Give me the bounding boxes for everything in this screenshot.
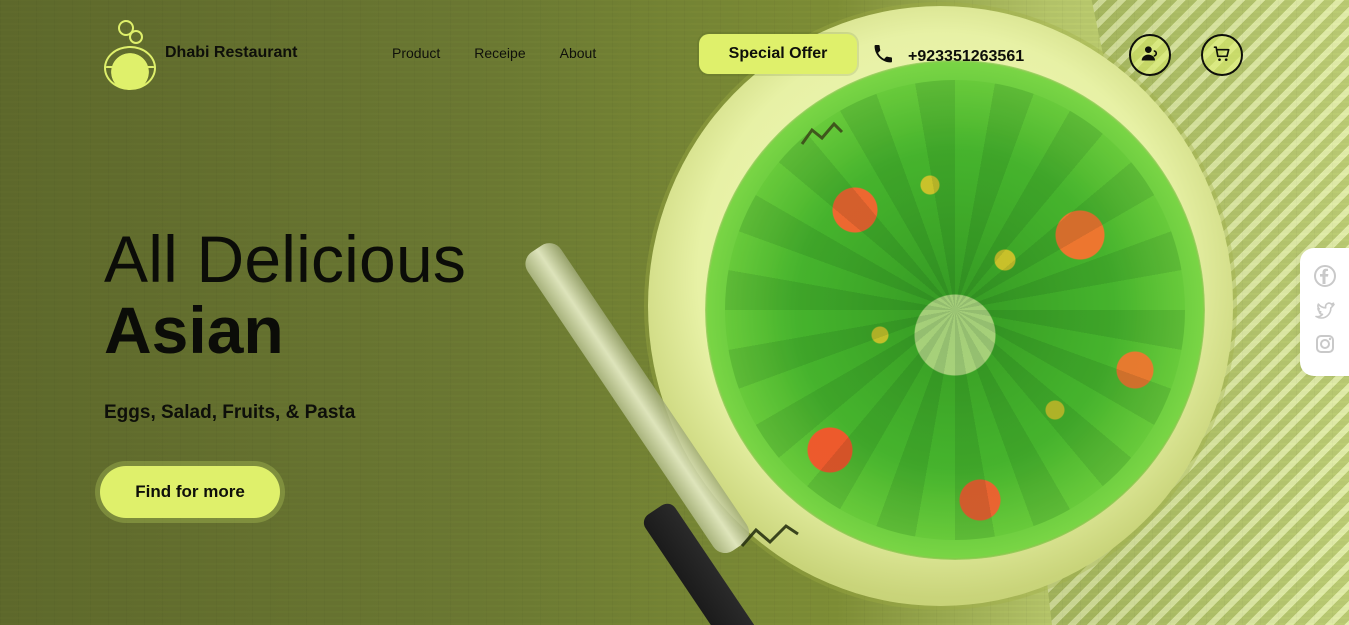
main-nav: Product Receipe About [392,45,596,61]
instagram-icon [1313,332,1337,361]
cart-button[interactable] [1201,34,1243,76]
brand-name[interactable]: Dhabi Restaurant [165,44,297,62]
find-more-button[interactable]: Find for more [100,466,280,518]
user-icon [1140,43,1160,68]
bowl-logo-icon [104,46,156,90]
nav-item-about[interactable]: About [560,45,597,61]
zigzag-decoration [740,524,799,547]
brand-logo[interactable] [104,18,164,90]
special-offer-button[interactable]: Special Offer [699,34,857,74]
phone-number[interactable]: +923351263561 [908,48,1024,66]
headline-line-2: Asian [104,293,284,367]
phone-contact[interactable]: +923351263561 [872,43,1024,70]
facebook-icon [1313,264,1337,293]
nav-item-product[interactable]: Product [392,45,440,61]
zigzag-decoration [800,121,844,145]
nav-item-receipe[interactable]: Receipe [474,45,525,61]
instagram-link[interactable] [1312,333,1338,359]
phone-icon [872,43,894,70]
hero-subtitle: Eggs, Salad, Fruits, & Pasta [104,402,356,423]
social-sidebar [1300,248,1349,376]
salad-texture [725,80,1185,540]
twitter-icon [1313,298,1337,327]
hero-section: Dhabi Restaurant Product Receipe About S… [0,0,1349,625]
facebook-link[interactable] [1312,264,1338,293]
headline-line-1: All Delicious [104,222,467,296]
user-button[interactable] [1129,34,1171,76]
hero-headline: All Delicious Asian [104,223,466,365]
logo-bubble-icon [129,30,143,44]
cart-icon [1212,43,1232,68]
top-header: Dhabi Restaurant Product Receipe About S… [0,0,1349,110]
twitter-link[interactable] [1312,299,1338,325]
